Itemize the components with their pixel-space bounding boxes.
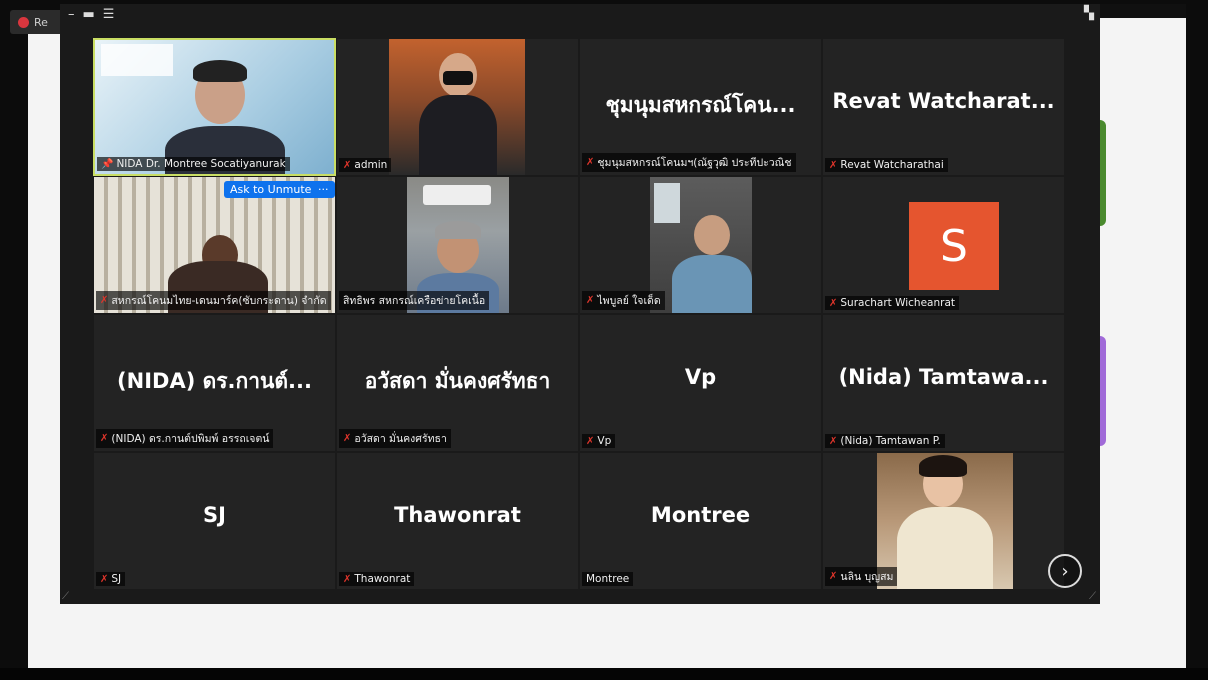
participant-name-label: ✗ (NIDA) ดร.กานต์ปพิมพ์ อรรถเจตน์: [96, 429, 274, 448]
video-tile[interactable]: สิทธิพร สหกรณ์เครือข่ายโคเนื้อ: [336, 176, 579, 314]
participant-name-label: สิทธิพร สหกรณ์เครือข่ายโคเนื้อ: [339, 291, 490, 310]
participant-display-name: SJ: [203, 503, 226, 527]
mic-muted-icon: ✗: [829, 297, 838, 309]
chevron-right-icon[interactable]: ›: [1048, 554, 1082, 588]
participant-name: Vp: [597, 435, 612, 447]
participant-avatar: S: [909, 202, 999, 290]
resize-handle-left-icon[interactable]: ⟋: [62, 591, 69, 602]
participant-name-label: ✗ สหกรณ์โคนมไทย-เดนมาร์ค(ซับกระดาน) จำกั…: [96, 291, 331, 310]
video-tile[interactable]: Ask to Unmute ··· ✗ สหกรณ์โคนมไทย-เดนมาร…: [93, 176, 336, 314]
mic-muted-icon: ✗: [343, 573, 352, 585]
participant-name-label: ✗ SJ: [96, 572, 126, 586]
mic-muted-icon: ✗: [100, 433, 109, 444]
participant-name: Surachart Wicheanrat: [840, 297, 956, 309]
participant-name-label: 📌 NIDA Dr. Montree Socatiyanurak: [97, 157, 290, 171]
participant-display-name: (Nida) Tamtawa...: [838, 365, 1049, 389]
participant-name: SJ: [111, 573, 122, 585]
meeting-toolbar: – ▬ ☰ ▦: [60, 4, 1100, 52]
participant-display-name: Thawonrat: [394, 503, 521, 527]
participant-display-name: (NIDA) ดร.กานต์...: [117, 369, 312, 393]
participant-name: Montree: [586, 573, 630, 585]
video-tile[interactable]: ✗ admin: [336, 38, 579, 176]
video-tile[interactable]: S ✗ Surachart Wicheanrat: [822, 176, 1065, 314]
ask-to-unmute-button[interactable]: Ask to Unmute: [224, 181, 318, 198]
participant-name-label: ✗ Surachart Wicheanrat: [825, 296, 960, 310]
participant-name: (Nida) Tamtawan P.: [840, 435, 941, 447]
mic-muted-icon: ✗: [829, 435, 838, 447]
participant-display-name: Vp: [684, 365, 717, 389]
background-tab-label: Re: [34, 15, 48, 29]
mic-muted-icon: ✗: [100, 573, 109, 585]
video-tile[interactable]: 📌 NIDA Dr. Montree Socatiyanurak: [93, 38, 336, 176]
video-tile[interactable]: (NIDA) ดร.กานต์... ✗ (NIDA) ดร.กานต์ปพิม…: [93, 314, 336, 452]
participant-display-name: ชุมนุมสหกรณ์โคน...: [605, 93, 796, 117]
participant-video: [95, 40, 334, 174]
participant-display-name: Montree: [650, 503, 751, 527]
participant-name-label: ✗ ไพบูลย์ ใจเด็ด: [582, 291, 665, 310]
video-tile[interactable]: SJ ✗ SJ: [93, 452, 336, 590]
participant-video: [650, 177, 752, 313]
participant-name: Revat Watcharathai: [840, 159, 944, 171]
minimize-icon[interactable]: –: [68, 8, 75, 21]
mic-muted-icon: ✗: [586, 295, 595, 306]
participant-name-label: ✗ Vp: [582, 434, 616, 448]
participant-name: สหกรณ์โคนมไทย-เดนมาร์ค(ซับกระดาน) จำกัด: [111, 295, 327, 307]
participant-name: นลิน บุญสม: [840, 571, 894, 583]
video-tile[interactable]: Vp ✗ Vp: [579, 314, 822, 452]
video-tile[interactable]: (Nida) Tamtawa... ✗ (Nida) Tamtawan P.: [822, 314, 1065, 452]
record-icon: [18, 16, 29, 28]
participant-name: (NIDA) ดร.กานต์ปพิมพ์ อรรถเจตน์: [111, 433, 270, 445]
speaker-view-icon[interactable]: ▬: [83, 8, 95, 21]
mic-muted-icon: ✗: [343, 159, 352, 171]
participant-name-label: ✗ อวัสดา มั่นคงศรัทธา: [339, 429, 451, 448]
exit-fullscreen-icon[interactable]: ▚: [1084, 6, 1094, 21]
video-tile[interactable]: ชุมนุมสหกรณ์โคน... ✗ ชุมนุมสหกรณ์โคนมฯ(ณ…: [579, 38, 822, 176]
mic-muted-icon: ✗: [829, 159, 838, 171]
participant-display-name: Revat Watcharat...: [832, 89, 1055, 113]
participant-video: [389, 39, 525, 175]
video-tile[interactable]: ✗ ไพบูลย์ ใจเด็ด: [579, 176, 822, 314]
video-tile[interactable]: ✗ นลิน บุญสม: [822, 452, 1065, 590]
participant-name-label: ✗ Revat Watcharathai: [825, 158, 948, 172]
participant-name-label: ✗ admin: [339, 158, 392, 172]
more-options-button[interactable]: ···: [312, 181, 335, 198]
window-strip: [1100, 4, 1186, 18]
mic-muted-icon: ✗: [343, 433, 352, 444]
participant-name: Thawonrat: [354, 573, 411, 585]
mic-muted-icon: ✗: [586, 435, 595, 447]
participant-name: อวัสดา มั่นคงศรัทธา: [354, 433, 447, 445]
participant-name: สิทธิพร สหกรณ์เครือข่ายโคเนื้อ: [343, 295, 486, 307]
participant-name-label: ✗ (Nida) Tamtawan P.: [825, 434, 945, 448]
participant-name-label: ✗ Thawonrat: [339, 572, 415, 586]
participant-name: admin: [354, 159, 388, 171]
participant-name: ชุมนุมสหกรณ์โคนมฯ(ณัฐวุฒิ ประทีปะวณิช: [597, 157, 792, 169]
video-tile[interactable]: Montree Montree: [579, 452, 822, 590]
meeting-window: – ▬ ☰ ▦ ▚ 📌 NIDA Dr. Montree Socatiyanur…: [60, 4, 1100, 604]
taskbar: [0, 668, 1208, 680]
video-tile[interactable]: Revat Watcharat... ✗ Revat Watcharathai: [822, 38, 1065, 176]
video-tile[interactable]: Thawonrat ✗ Thawonrat: [336, 452, 579, 590]
participant-name: NIDA Dr. Montree Socatiyanurak: [116, 158, 286, 170]
participant-name: ไพบูลย์ ใจเด็ด: [597, 295, 661, 307]
mic-muted-icon: ✗: [100, 295, 109, 306]
video-tile[interactable]: อวัสดา มั่นคงศรัทธา ✗ อวัสดา มั่นคงศรัทธ…: [336, 314, 579, 452]
participant-name-label: ✗ ชุมนุมสหกรณ์โคนมฯ(ณัฐวุฒิ ประทีปะวณิช: [582, 153, 796, 172]
gallery-grid: 📌 NIDA Dr. Montree Socatiyanurak ✗ admin…: [93, 38, 1065, 590]
participant-name-label: Montree: [582, 572, 634, 586]
resize-handle-right-icon[interactable]: ⟋: [1089, 591, 1096, 602]
pin-icon: 📌: [101, 158, 114, 170]
menu-icon[interactable]: ☰: [103, 8, 115, 21]
participant-name-label: ✗ นลิน บุญสม: [825, 567, 898, 586]
mic-muted-icon: ✗: [586, 157, 595, 168]
mic-muted-icon: ✗: [829, 571, 838, 582]
participant-display-name: อวัสดา มั่นคงศรัทธา: [364, 369, 551, 393]
